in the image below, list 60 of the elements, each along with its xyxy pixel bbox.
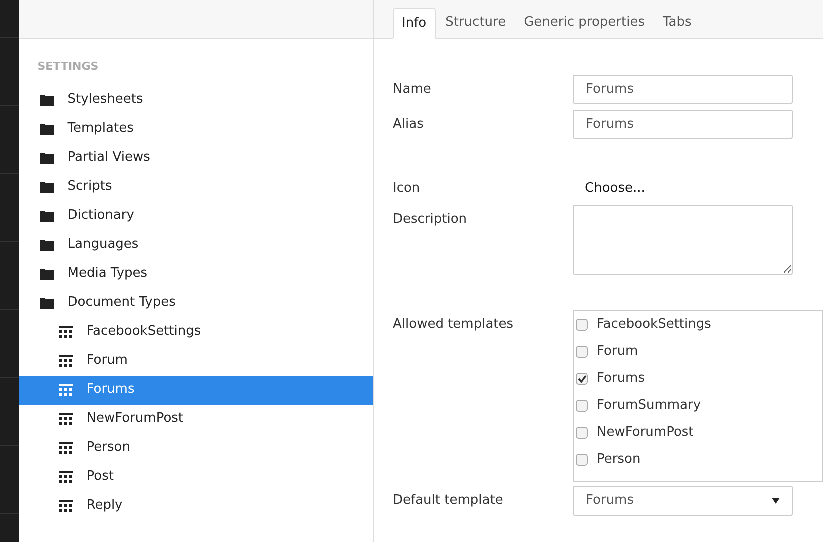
grid-icon: [58, 471, 73, 483]
checkbox[interactable]: [576, 319, 588, 331]
field-label: Name: [393, 81, 432, 99]
checkbox-label: ForumSummary: [597, 397, 702, 416]
tree-item[interactable]: Media Types: [18, 260, 373, 288]
tree-item[interactable]: Document Types: [18, 288, 373, 318]
tree-item[interactable]: Post: [18, 462, 373, 492]
text-field[interactable]: Forums: [573, 110, 793, 139]
folder-icon: [40, 94, 54, 106]
grid-icon: [58, 413, 73, 425]
checkbox[interactable]: [576, 346, 588, 358]
folder-icon: [40, 181, 54, 193]
grid-icon: [58, 442, 73, 454]
field-label: Allowed templates: [393, 316, 515, 334]
tree-item[interactable]: FacebookSettings: [18, 318, 373, 346]
field-label: Description: [393, 210, 468, 228]
section-heading: SETTINGS: [38, 59, 100, 75]
check-icon: [578, 375, 586, 383]
checkbox[interactable]: [576, 373, 588, 385]
tree-item[interactable]: Forums: [18, 376, 373, 404]
caret-icon: [772, 498, 780, 504]
grid-icon: [58, 326, 73, 338]
tree-item[interactable]: NewForumPost: [18, 404, 373, 434]
grid-icon: [58, 384, 73, 396]
field-label: Default template: [393, 492, 504, 510]
checkbox-label: FacebookSettings: [597, 316, 712, 334]
checkbox[interactable]: [576, 400, 588, 412]
field-label: Alias: [393, 116, 425, 134]
field-label: Icon: [393, 180, 422, 198]
folder-icon: [40, 210, 54, 222]
checkbox-label: NewForumPost: [597, 424, 694, 442]
tab[interactable]: Generic properties: [516, 7, 653, 38]
tree-item[interactable]: Languages: [18, 230, 373, 260]
tree-item[interactable]: Reply: [18, 492, 373, 520]
checkbox-label: Forums: [597, 370, 645, 388]
tree-item[interactable]: Forum: [18, 346, 373, 376]
folder-icon: [40, 152, 54, 164]
template-dropdown[interactable]: Forums: [573, 486, 793, 516]
folder-icon: [40, 268, 54, 280]
grid-icon: [58, 355, 73, 367]
folder-icon: [40, 123, 54, 135]
checkbox-label: Forum: [597, 343, 638, 362]
grid-icon: [58, 500, 73, 512]
checkbox-label: Person: [597, 451, 641, 470]
tree-item[interactable]: Templates: [18, 114, 373, 144]
checkbox[interactable]: [576, 427, 588, 439]
tree-item[interactable]: Dictionary: [18, 202, 373, 230]
description-field[interactable]: [573, 204, 793, 274]
folder-icon: [40, 239, 54, 251]
tree-item[interactable]: Partial Views: [18, 144, 373, 172]
tree-item[interactable]: Scripts: [18, 172, 373, 202]
tab[interactable]: Structure: [438, 7, 514, 38]
tab[interactable]: Info: [393, 8, 436, 39]
tab[interactable]: Tabs: [654, 7, 700, 38]
folder-icon: [40, 297, 54, 309]
choose-link[interactable]: Choose...: [585, 174, 646, 198]
tree-item[interactable]: Person: [18, 434, 373, 462]
text-field[interactable]: Forums: [573, 75, 793, 104]
checkbox[interactable]: [576, 454, 588, 466]
tree-item[interactable]: Stylesheets: [18, 86, 373, 114]
